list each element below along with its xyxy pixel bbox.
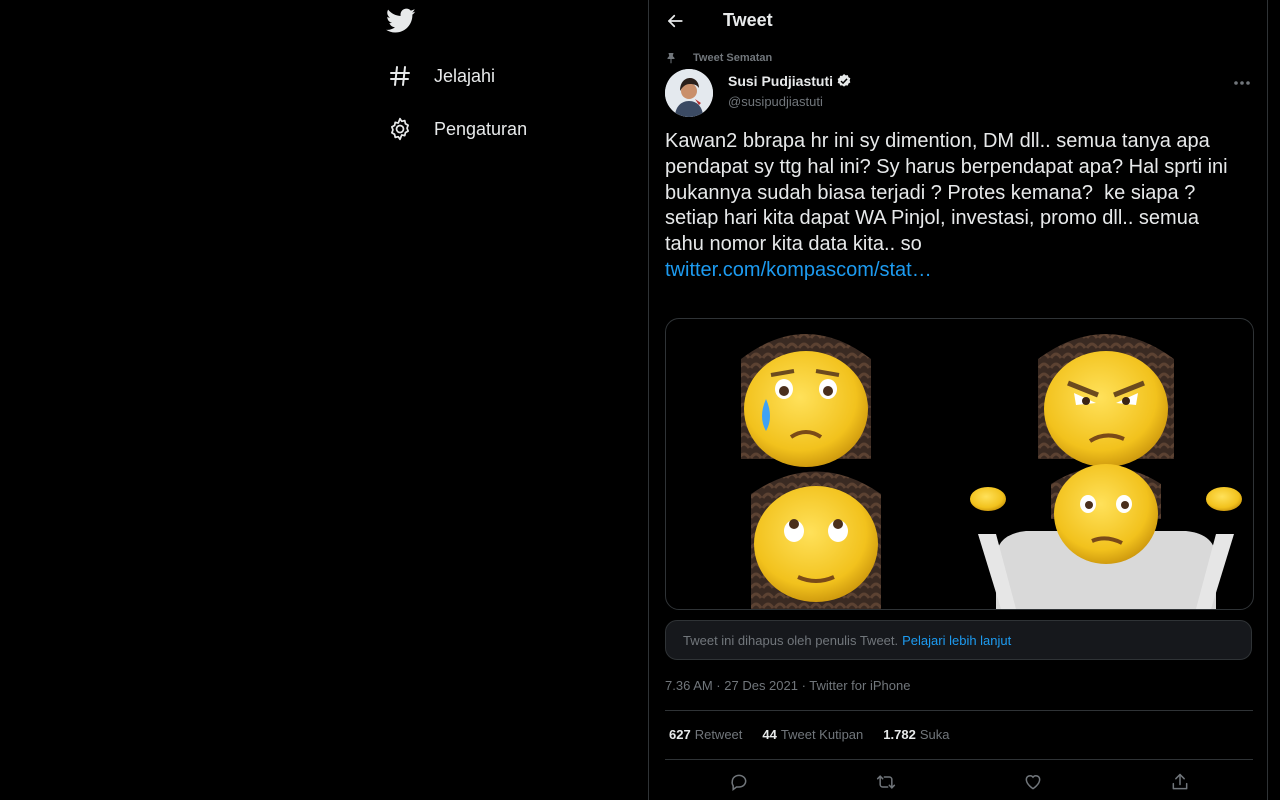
share-button[interactable] [1166, 768, 1194, 796]
pin-icon [667, 53, 675, 64]
tweet-detail-column: Tweet Tweet Sematan Susi Pudjiastuti @su… [649, 0, 1267, 800]
more-options-button[interactable] [1231, 72, 1253, 94]
author-block: Susi Pudjiastuti @susipudjiastuti [728, 73, 852, 109]
tweet-text: Kawan2 bbrapa hr ini sy dimention, DM dl… [665, 129, 1235, 284]
deleted-tweet-notice: Tweet ini dihapus oleh penulis Tweet. Pe… [665, 620, 1252, 660]
deleted-notice-text: Tweet ini dihapus oleh penulis Tweet. [683, 632, 899, 648]
verified-badge-icon [837, 74, 851, 87]
heart-icon [1025, 775, 1040, 790]
nav-item-label: Jelajahi [434, 65, 496, 86]
page-header: Tweet [649, 0, 1267, 42]
left-navigation: Jelajahi Pengaturan [0, 0, 648, 800]
memoji-shrug [970, 464, 1242, 609]
gear-icon [386, 115, 414, 143]
back-button[interactable] [663, 9, 687, 33]
tweet-link[interactable]: twitter.com/kompascom/stat… [665, 259, 932, 281]
author-name-row[interactable]: Susi Pudjiastuti [728, 73, 852, 89]
quotes-count: 44 [762, 727, 777, 742]
twitter-logo-icon[interactable] [386, 8, 416, 34]
learn-more-link[interactable]: Pelajari lebih lanjut [902, 633, 1011, 648]
memoji-crying [741, 334, 871, 467]
page-title: Tweet [723, 10, 773, 30]
retweets-count: 627 [669, 727, 691, 742]
column-divider [1267, 0, 1268, 800]
quotes-label: Tweet Kutipan [780, 727, 864, 742]
more-dots-icon [1234, 81, 1250, 85]
likes-label: Suka [919, 727, 950, 742]
tweet-stats: 627 Retweet 44 Tweet Kutipan 1.782 Suka [669, 727, 969, 742]
nav-item-label: Pengaturan [434, 118, 528, 139]
author-name: Susi Pudjiastuti [728, 73, 834, 89]
avatar[interactable] [665, 69, 713, 117]
tweet-media-image[interactable] [665, 318, 1254, 610]
quotes-stat[interactable]: 44 Tweet Kutipan [762, 727, 863, 742]
memoji-looking-up [751, 471, 881, 609]
reply-icon [730, 774, 746, 791]
likes-stat[interactable]: 1.782 Suka [883, 727, 949, 742]
reply-button[interactable] [725, 768, 753, 796]
retweet-icon [876, 775, 895, 789]
tweet-body: Kawan2 bbrapa hr ini sy dimention, DM dl… [665, 130, 1234, 256]
like-button[interactable] [1019, 768, 1047, 796]
memoji-angry [1038, 334, 1174, 467]
retweets-stat[interactable]: 627 Retweet [669, 727, 742, 742]
retweet-button[interactable] [872, 768, 900, 796]
pinned-indicator: Tweet Sematan [665, 52, 772, 64]
divider [665, 710, 1253, 711]
author-handle[interactable]: @susipudjiastuti [728, 94, 852, 109]
retweets-label: Retweet [694, 727, 743, 742]
divider [665, 759, 1253, 760]
memoji-collage-image [741, 334, 1242, 609]
hashtag-icon [386, 62, 414, 90]
nav-item-jelajahi[interactable]: Jelajahi [386, 62, 495, 90]
share-icon [1172, 773, 1187, 790]
nav-item-pengaturan[interactable]: Pengaturan [386, 115, 527, 143]
tweet-timestamp[interactable]: 7.36 AM · 27 Des 2021 · Twitter for iPho… [665, 678, 910, 693]
pinned-label: Tweet Sematan [693, 52, 773, 64]
likes-count: 1.782 [883, 727, 916, 742]
back-arrow-icon [668, 14, 683, 28]
tweet-actions [665, 768, 1253, 796]
